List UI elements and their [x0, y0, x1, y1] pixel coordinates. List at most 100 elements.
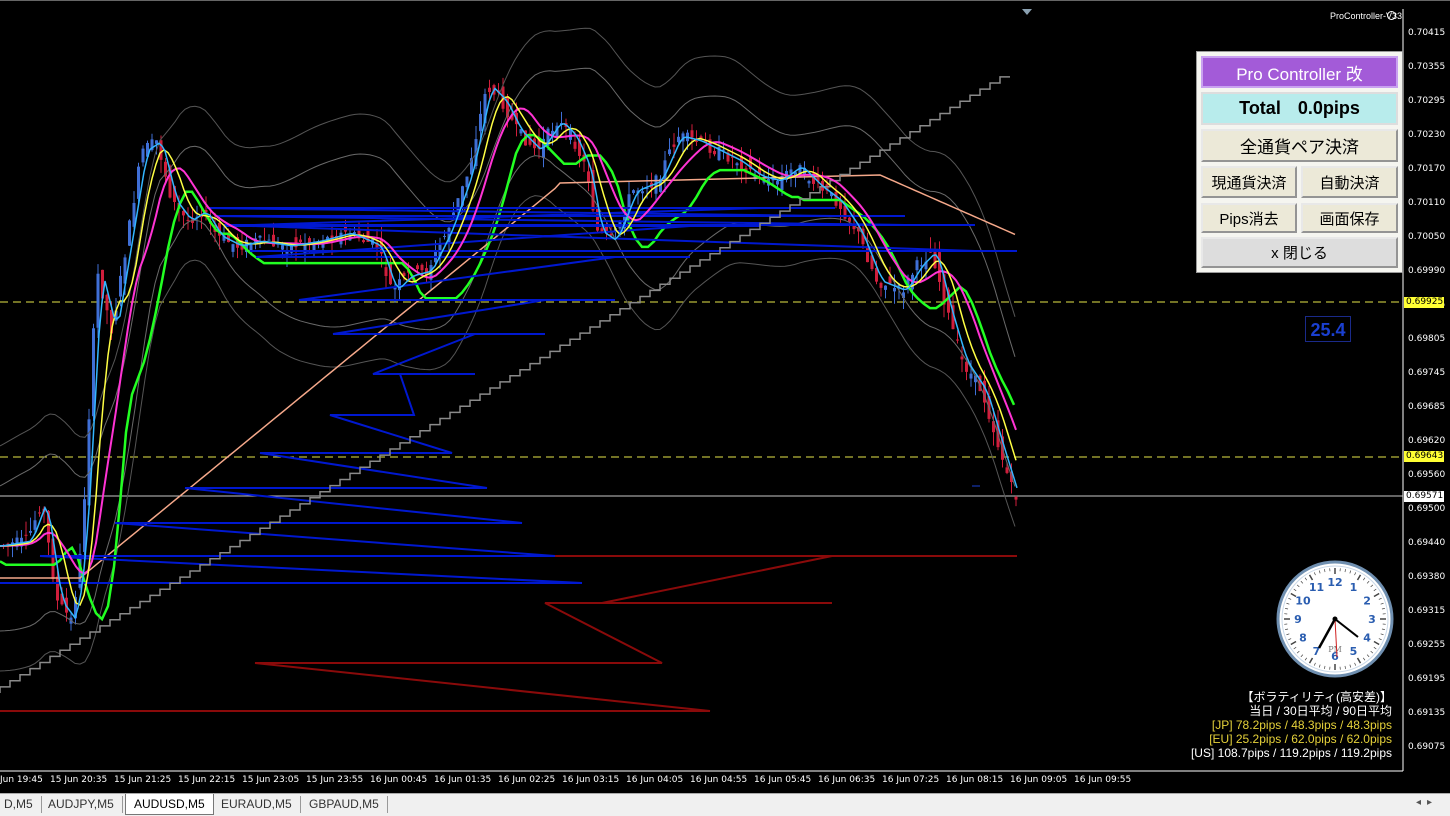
panel-title: Pro Controller 改 [1201, 56, 1398, 88]
candle-body [398, 279, 401, 291]
candle-body [33, 520, 37, 530]
clear-pips-button[interactable]: Pips消去 [1201, 203, 1297, 233]
candle-body [137, 166, 140, 199]
time-tick-label: 15 Jun 23:55 [306, 775, 364, 785]
time-tick-label: 15 Jun 21:25 [114, 775, 172, 785]
candle-body [632, 190, 635, 193]
close-all-pairs-button[interactable]: 全通貨ペア決済 [1201, 129, 1398, 162]
candle-body [29, 530, 32, 533]
candle-body [1005, 467, 1009, 473]
candle-body [690, 130, 694, 138]
price-tick-label: 0.69560 [1408, 470, 1446, 480]
price-tick-label: 0.69745 [1408, 368, 1446, 378]
volatility-value-box: 25.4 [1305, 316, 1351, 342]
candle-body [600, 228, 604, 232]
clock-period: PM [1328, 645, 1342, 654]
candle-body [105, 294, 109, 311]
volatility-header: 【ボラティリティ(高安差)】 [1241, 690, 1392, 704]
price-tick-label: 0.69685 [1408, 402, 1446, 412]
candle-body [672, 144, 676, 147]
candle-body [677, 136, 680, 143]
candle-body [573, 141, 577, 149]
candle-body [128, 220, 131, 246]
candle-body [420, 264, 424, 271]
price-tag-bid: 0.69571 [1404, 491, 1444, 502]
candle-body [96, 273, 100, 328]
tab-gbpaud-m5[interactable]: GBPAUD,M5 [301, 796, 388, 813]
price-tag-mid: 0.69643 [1404, 451, 1444, 462]
tab-audjpy-m5[interactable]: AUDJPY,M5 [40, 796, 123, 813]
time-tick-label: 16 Jun 01:35 [434, 775, 492, 785]
candle-body [1014, 496, 1018, 500]
candle-body [884, 285, 887, 290]
smiley-icon [1387, 11, 1396, 20]
candle-body [776, 181, 779, 185]
clock-numeral: 10 [1295, 595, 1311, 608]
candle-body [848, 217, 851, 222]
time-tick-label: 15 Jun 23:05 [242, 775, 300, 785]
candle-body [155, 140, 158, 144]
volatility-us: [US] 108.7pips / 119.2pips / 119.2pips [1190, 746, 1392, 760]
blue-step-line [0, 207, 1017, 584]
time-tick-label: Jun 19:45 [0, 775, 43, 785]
candle-body [933, 251, 937, 269]
candle-body [272, 234, 275, 247]
time-tick-label: 16 Jun 06:35 [818, 775, 876, 785]
candle-body [668, 149, 671, 155]
clock-numeral: 9 [1294, 613, 1302, 626]
save-screen-button[interactable]: 画面保存 [1301, 203, 1398, 233]
price-tick-label: 0.69990 [1408, 266, 1446, 276]
candle-body [893, 287, 896, 292]
price-tag-upper: 0.69925 [1404, 297, 1444, 308]
bollinger-lower-outer [0, 195, 1016, 672]
close-current-pair-button[interactable]: 現通貨決済 [1201, 166, 1297, 198]
candle-body [879, 282, 883, 288]
candle-body [56, 576, 59, 601]
candle-body [713, 150, 716, 155]
ema-fast-line [0, 87, 1018, 620]
close-panel-button[interactable]: x 閉じる [1201, 237, 1398, 268]
price-tick-label: 0.70170 [1408, 164, 1446, 174]
tab-audusd-m5[interactable]: AUDUSD,M5 [125, 794, 214, 815]
price-tick-label: 0.70110 [1408, 198, 1446, 208]
tab-scroll-arrows[interactable]: ◂▸ [1416, 797, 1438, 808]
price-tick-label: 0.69620 [1408, 436, 1446, 446]
candle-body [258, 235, 262, 238]
clock-numeral: 4 [1363, 632, 1371, 645]
tab-d-m5[interactable]: D,M5 [0, 796, 42, 813]
price-tick-label: 0.69380 [1408, 572, 1446, 582]
clock-numeral: 1 [1350, 581, 1358, 594]
candle-body [267, 239, 271, 241]
time-tick-label: 15 Jun 22:15 [178, 775, 236, 785]
candle-body [641, 191, 644, 194]
auto-close-button[interactable]: 自動決済 [1301, 166, 1398, 198]
time-tick-label: 16 Jun 00:45 [370, 775, 428, 785]
ema-mid-line [0, 95, 1017, 607]
candle-body [695, 140, 698, 142]
candle-body [465, 176, 469, 188]
candle-body [38, 512, 41, 514]
clock-numeral: 8 [1299, 632, 1307, 645]
tab-euraud-m5[interactable]: EURAUD,M5 [213, 796, 301, 813]
price-tick-label: 0.70295 [1408, 96, 1446, 106]
candle-body [182, 210, 185, 216]
candle-body [915, 260, 919, 271]
candle-body [866, 246, 869, 263]
time-tick-label: 16 Jun 09:05 [1010, 775, 1068, 785]
clock-numeral: 2 [1363, 595, 1371, 608]
price-tick-label: 0.69195 [1408, 674, 1446, 684]
clock-numeral: 12 [1327, 576, 1342, 589]
candle-body [735, 163, 739, 166]
price-tick-label: 0.69255 [1408, 640, 1446, 650]
candle-body [587, 171, 590, 183]
chart-window[interactable]: ProController-V33 0.70415 0.70355 0.70295 0… [0, 0, 1450, 793]
total-pips-display: Total 0.0pips [1201, 92, 1398, 125]
time-tick-label: 16 Jun 03:15 [562, 775, 620, 785]
clock-center [1332, 616, 1338, 622]
bollinger-upper [0, 67, 1016, 487]
chart-shift-marker [1022, 9, 1032, 15]
time-tick-label: 16 Jun 04:55 [690, 775, 748, 785]
price-tick-label: 0.69135 [1408, 708, 1446, 718]
clock-numeral: 5 [1350, 645, 1358, 658]
candle-body [186, 219, 190, 221]
